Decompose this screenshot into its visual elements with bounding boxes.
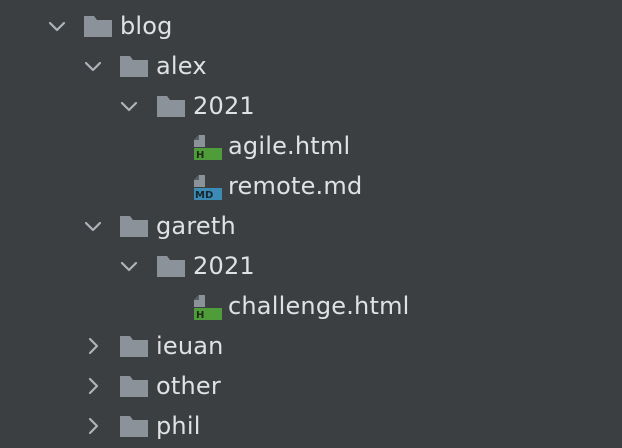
chevron-down-icon[interactable] <box>46 15 68 37</box>
chevron-down-icon[interactable] <box>82 215 104 237</box>
chevron-down-icon[interactable] <box>118 255 140 277</box>
folder-label: blog <box>120 12 173 40</box>
folder-icon <box>82 13 114 39</box>
folder-icon <box>118 373 150 399</box>
tree-row-phil[interactable]: phil <box>0 406 622 446</box>
folder-label: gareth <box>156 212 236 240</box>
file-label: challenge.html <box>228 292 410 320</box>
folder-label: ieuan <box>156 332 224 360</box>
tree-row-gareth-2021[interactable]: 2021 <box>0 246 622 286</box>
folder-icon <box>155 253 187 279</box>
folder-icon <box>118 413 150 439</box>
project-tree: blog alex 2021 H agile.html MD remote.md… <box>0 0 622 448</box>
html-file-icon: H <box>191 293 223 321</box>
html-badge-text: H <box>196 150 204 161</box>
folder-icon <box>155 93 187 119</box>
folder-label: phil <box>156 412 201 440</box>
folder-icon <box>118 213 150 239</box>
tree-row-alex[interactable]: alex <box>0 46 622 86</box>
tree-row-alex-2021[interactable]: 2021 <box>0 86 622 126</box>
file-label: remote.md <box>228 172 363 200</box>
tree-row-challenge-html[interactable]: H challenge.html <box>0 286 622 326</box>
html-badge-text: H <box>196 310 204 321</box>
md-badge-text: MD <box>195 190 213 201</box>
folder-icon <box>118 53 150 79</box>
folder-label: other <box>156 372 221 400</box>
folder-icon <box>118 333 150 359</box>
folder-label: 2021 <box>193 92 255 120</box>
tree-row-gareth[interactable]: gareth <box>0 206 622 246</box>
tree-row-agile-html[interactable]: H agile.html <box>0 126 622 166</box>
tree-row-other[interactable]: other <box>0 366 622 406</box>
chevron-right-icon[interactable] <box>82 335 104 357</box>
html-file-icon: H <box>191 133 223 161</box>
chevron-down-icon[interactable] <box>82 55 104 77</box>
chevron-right-icon[interactable] <box>82 375 104 397</box>
folder-label: 2021 <box>193 252 255 280</box>
tree-row-remote-md[interactable]: MD remote.md <box>0 166 622 206</box>
markdown-file-icon: MD <box>191 173 223 201</box>
tree-row-ieuan[interactable]: ieuan <box>0 326 622 366</box>
file-label: agile.html <box>228 132 351 160</box>
chevron-right-icon[interactable] <box>82 415 104 437</box>
tree-row-blog[interactable]: blog <box>0 6 622 46</box>
chevron-down-icon[interactable] <box>118 95 140 117</box>
folder-label: alex <box>156 52 207 80</box>
